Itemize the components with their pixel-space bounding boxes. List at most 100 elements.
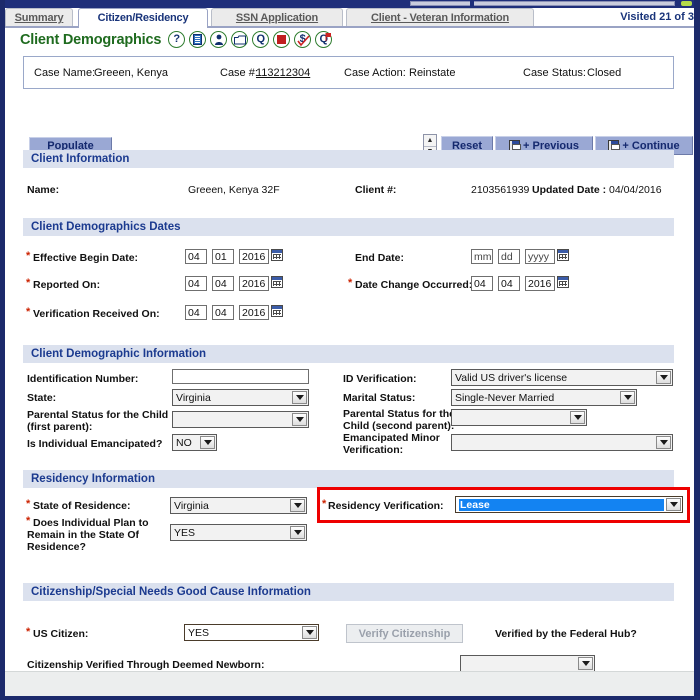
case-status-label: Case Status: [523,66,586,79]
effective-begin-year-input[interactable]: 2016 [239,249,269,264]
tab-client-veteran-information[interactable]: Client - Veteran Information [346,8,534,27]
case-status-value: Closed [587,66,622,79]
residency-verification-select[interactable]: Lease [455,496,683,513]
tab-ssn-application-label: SSN Application [235,12,319,24]
inquiry-q-icon[interactable]: Q [252,31,270,48]
help-icon[interactable]: ? [168,31,186,48]
date-change-day-input[interactable]: 04 [498,276,520,291]
reported-on-day-input[interactable]: 04 [212,276,234,291]
plan-to-remain-label-line3: Residence? [27,541,86,553]
plan-to-remain-label-line1: Does Individual Plan to [33,517,149,529]
chevron-down-icon[interactable] [570,411,585,424]
section-header-client-information: Client Information [23,150,674,168]
verify-citizenship-button[interactable]: Verify Citizenship [346,624,463,643]
chevron-down-icon[interactable] [578,657,593,670]
reported-on-year-input[interactable]: 2016 [239,276,269,291]
person-icon[interactable] [210,31,228,48]
chevron-down-icon[interactable] [200,436,215,449]
tab-ssn-application[interactable]: SSN Application [211,8,343,27]
identification-number-input[interactable] [172,369,309,384]
is-individual-emancipated-select-value: NO [176,436,192,449]
chevron-down-icon[interactable] [292,413,307,426]
verify-citizenship-button-label: Verify Citizenship [358,627,451,640]
emancipated-minor-label-line1: Emancipated Minor [343,432,440,444]
parental-status-second-select[interactable] [451,409,587,426]
federal-hub-label: Verified by the Federal Hub? [495,628,637,640]
tab-citizen-residency-label: Citizen/Residency [97,12,189,24]
state-label: State: [27,392,57,404]
chevron-down-icon[interactable] [666,498,681,511]
id-verification-select[interactable]: Valid US driver's license [451,369,673,386]
parental-status-first-label-line2: (first parent): [27,421,93,433]
page-footer-strip [5,671,694,696]
state-of-residence-select[interactable]: Virginia [170,497,307,514]
deemed-newborn-select[interactable] [460,655,595,672]
section-header-demographic-information-label: Client Demographic Information [31,348,207,360]
folder-icon[interactable] [231,31,249,48]
tab-summary[interactable]: Summary [5,8,73,27]
end-date-day-input[interactable]: dd [498,249,520,264]
chevron-down-icon[interactable] [656,436,671,449]
chevron-down-icon[interactable] [290,499,305,512]
section-header-demographic-information: Client Demographic Information [23,345,674,363]
person-icon-svg [214,34,223,45]
id-verification-label: ID Verification: [343,373,417,385]
is-individual-emancipated-select[interactable]: NO [172,434,217,451]
calendar-icon[interactable] [271,305,283,317]
updated-date-label: Updated Date : [532,184,607,196]
document-icon-svg [193,34,203,45]
chevron-down-icon[interactable] [656,371,671,384]
browser-strip-divider [470,1,474,6]
inquiry-q-icon-glyph: Q [256,33,266,45]
plan-to-remain-select[interactable]: YES [170,524,307,541]
required-asterisk: * [26,626,31,638]
required-asterisk: * [322,498,327,510]
section-header-residency-information: Residency Information [23,470,674,488]
calendar-icon[interactable] [271,249,283,261]
section-header-demographics-dates: Client Demographics Dates [23,218,674,236]
case-action-label: Case Action: [344,66,406,79]
dollar-check-icon[interactable]: $ [294,31,312,48]
calendar-icon[interactable] [557,249,569,261]
window-left-border [0,0,5,700]
document-icon[interactable] [189,31,207,48]
us-citizen-select[interactable]: YES [184,624,319,641]
end-date-month-input[interactable]: mm [471,249,493,264]
case-number-link[interactable]: 113212304 [256,67,310,79]
state-select[interactable]: Virginia [172,389,309,406]
chevron-down-icon[interactable] [290,526,305,539]
calendar-icon[interactable] [557,276,569,288]
date-change-month-input[interactable]: 04 [471,276,493,291]
tab-citizen-residency[interactable]: Citizen/Residency [78,8,208,28]
stop-square-icon-shape [277,35,287,44]
verification-received-month-input[interactable]: 04 [185,305,207,320]
required-asterisk: * [26,306,31,318]
chevron-down-icon[interactable] [620,391,635,404]
marital-status-select[interactable]: Single-Never Married [451,389,637,406]
client-number-label: Client #: [355,184,397,196]
query-flag-icon[interactable]: Q [315,31,333,48]
emancipated-minor-verification-select[interactable] [451,434,673,451]
verification-received-day-input[interactable]: 04 [212,305,234,320]
effective-begin-day-input[interactable]: 01 [212,249,234,264]
parental-status-first-select[interactable] [172,411,309,428]
state-of-residence-label: State of Residence: [33,500,131,512]
section-header-demographics-dates-label: Client Demographics Dates [31,221,181,233]
page-title: Client Demographics [20,31,162,48]
case-number-label: Case #: [220,66,258,79]
stop-square-icon[interactable] [273,31,291,48]
reported-on-month-input[interactable]: 04 [185,276,207,291]
visited-counter: Visited 21 of 3 [620,11,694,23]
chevron-down-icon[interactable] [302,626,317,639]
section-header-citizenship-information: Citizenship/Special Needs Good Cause Inf… [23,583,674,601]
end-date-year-input[interactable]: yyyy [525,249,555,264]
calendar-icon[interactable] [271,276,283,288]
verification-received-year-input[interactable]: 2016 [239,305,269,320]
chevron-down-icon[interactable] [292,391,307,404]
effective-begin-month-input[interactable]: 04 [185,249,207,264]
case-name-value: Greeen, Kenya [94,66,168,79]
browser-address-bar-sliver [410,1,675,6]
date-change-year-input[interactable]: 2016 [525,276,555,291]
spinner-up-button[interactable]: ▲ [424,135,436,147]
emancipated-minor-label-line2: Verification: [343,444,404,456]
